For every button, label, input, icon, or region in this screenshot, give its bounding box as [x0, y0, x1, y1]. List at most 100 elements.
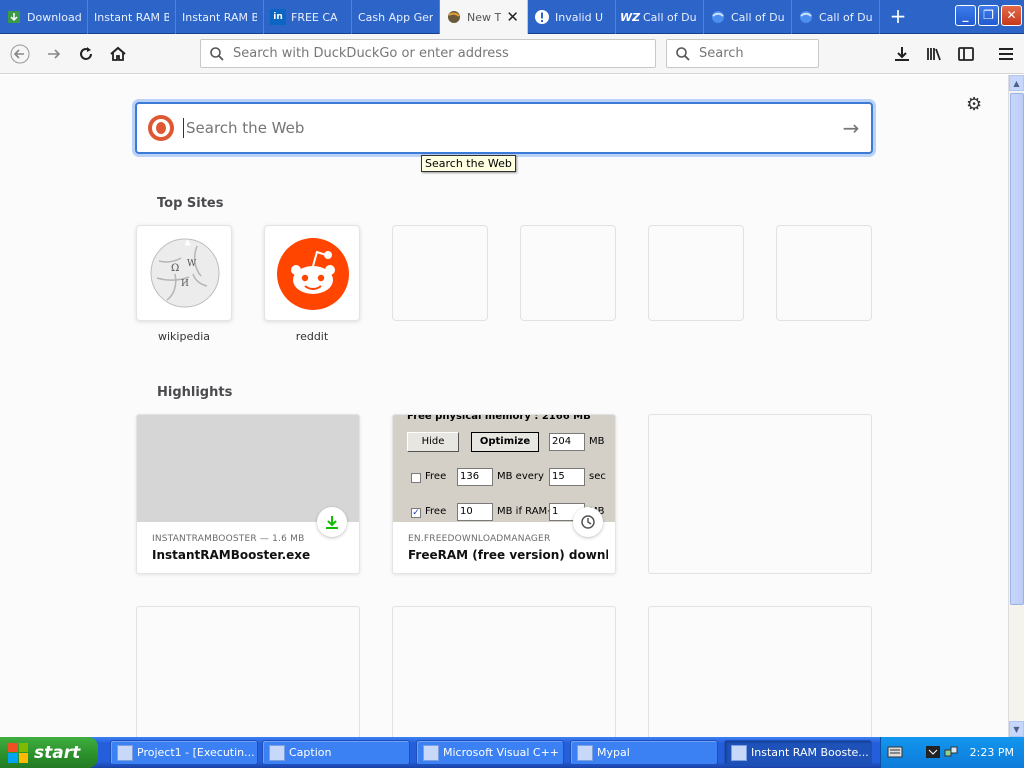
clock: 2:23 PM	[969, 746, 1014, 759]
tab-label: FREE CA	[291, 10, 338, 24]
tab-new-tab[interactable]: New T ✕	[440, 0, 528, 34]
search-bar-placeholder: Search	[699, 46, 744, 61]
freeram-free-field: 10	[457, 503, 493, 521]
highlight-card-empty	[648, 606, 872, 737]
highlight-title: InstantRAMBooster.exe	[152, 548, 311, 562]
taskbar-item-label: Caption	[289, 746, 332, 759]
start-button[interactable]: start	[0, 737, 98, 768]
freeram-optimize-button: Optimize	[471, 432, 539, 452]
tooltip: Search the Web	[421, 155, 516, 172]
search-go-arrow-icon[interactable]: →	[831, 116, 871, 140]
top-site-empty	[520, 225, 616, 321]
back-arrow-icon[interactable]	[6, 40, 34, 68]
start-label: start	[34, 742, 81, 763]
scroll-up-arrow-icon[interactable]: ▲	[1009, 75, 1024, 91]
mypal-icon	[577, 744, 593, 761]
taskbar-item-caption[interactable]: Caption	[262, 740, 410, 765]
highlight-card-empty	[392, 606, 616, 737]
top-site-empty	[776, 225, 872, 321]
new-tab-plus-icon[interactable]: +	[885, 4, 911, 30]
tab-free-cash[interactable]: in FREE CA	[264, 0, 352, 34]
keyboard-icon[interactable]	[887, 745, 903, 759]
download-icon	[317, 507, 347, 537]
library-icon[interactable]	[920, 40, 948, 68]
taskbar-item-mypal[interactable]: Mypal	[570, 740, 718, 765]
svg-text:W: W	[187, 259, 197, 269]
app-icon	[731, 744, 747, 761]
vb-app-icon	[117, 744, 133, 761]
freeram-mb-label: MB	[589, 436, 605, 447]
scrollbar-thumb[interactable]	[1010, 93, 1024, 605]
tab-invalid[interactable]: Invalid U	[528, 0, 616, 34]
taskbar-item-visual-cpp[interactable]: Microsoft Visual C++	[416, 740, 564, 765]
downloads-icon[interactable]	[888, 40, 916, 68]
tab-instant-ram-2[interactable]: Instant RAM B	[176, 0, 264, 34]
close-window-icon[interactable]: ✕	[1001, 5, 1022, 26]
taskbar-item-label: Instant RAM Booste...	[751, 746, 869, 759]
gear-icon[interactable]: ⚙	[966, 94, 982, 115]
taskbar-item-instant-ram-booster[interactable]: Instant RAM Booste...	[724, 740, 872, 765]
warning-icon	[534, 9, 550, 25]
scroll-down-arrow-icon[interactable]: ▼	[1009, 721, 1024, 737]
tab-label: Cash App Gen	[358, 10, 433, 24]
reload-icon[interactable]	[72, 40, 100, 68]
taskbar-item-label: Mypal	[597, 746, 630, 759]
web-search-input[interactable]	[183, 118, 831, 138]
visual-cpp-icon	[423, 744, 439, 761]
top-site-label: reddit	[295, 330, 329, 343]
address-bar[interactable]: Search with DuckDuckGo or enter address	[200, 39, 656, 68]
tab-strip: Downloads Instant RAM B Instant RAM B in…	[0, 0, 1024, 34]
svg-text:И: И	[181, 279, 189, 289]
taskbar-item-label: Project1 - [Executin...	[137, 746, 255, 759]
taskbar-item-project1[interactable]: Project1 - [Executin...	[110, 740, 258, 765]
search-bar[interactable]: Search	[666, 39, 819, 68]
tab-call-of-duty-3[interactable]: Call of Du	[792, 0, 880, 34]
forward-arrow-icon[interactable]	[40, 40, 68, 68]
highlight-meta: EN.FREEDOWNLOADMANAGER	[408, 534, 551, 544]
close-tab-icon[interactable]: ✕	[506, 8, 519, 26]
search-icon	[676, 46, 690, 61]
web-search-box[interactable]: →	[135, 102, 873, 154]
menu-hamburger-icon[interactable]	[992, 40, 1020, 68]
tab-label: Call of Du	[643, 10, 697, 24]
tab-label: Downloads	[27, 10, 81, 24]
duckduckgo-logo-icon	[148, 115, 174, 141]
freeram-checkbox	[411, 473, 421, 483]
tray-app-icon[interactable]	[925, 744, 941, 760]
window-icon	[269, 744, 285, 761]
download-icon	[6, 9, 22, 25]
vertical-scrollbar[interactable]: ▲ ▼	[1008, 75, 1024, 737]
network-icon[interactable]	[943, 744, 959, 760]
minimize-icon[interactable]: _	[955, 5, 976, 26]
tab-cash-app[interactable]: Cash App Gen	[352, 0, 440, 34]
linkedin-icon: in	[270, 9, 286, 25]
firefox-icon	[798, 9, 814, 25]
freeram-every-field: 15	[549, 468, 585, 486]
restore-icon[interactable]: ❐	[978, 5, 999, 26]
firefox-icon	[446, 9, 462, 25]
freeram-mb-field: 204	[549, 433, 585, 451]
tab-call-of-duty-1[interactable]: WZ Call of Du	[616, 0, 704, 34]
tab-label: Call of Du	[731, 10, 785, 24]
tab-call-of-duty-2[interactable]: Call of Du	[704, 0, 792, 34]
freeram-free-label: Free	[425, 506, 447, 517]
firefox-icon	[710, 9, 726, 25]
highlight-card-freeram[interactable]: Free physical memory : 2166 MB Hide Opti…	[392, 414, 616, 574]
freeram-hide-button: Hide	[407, 432, 459, 452]
highlight-meta: INSTANTRAMBOOSTER — 1.6 MB	[152, 534, 305, 544]
home-icon[interactable]	[104, 40, 132, 68]
freeram-free-label: Free	[425, 471, 447, 482]
freeram-heading: Free physical memory : 2166 MB	[407, 414, 591, 422]
top-site-empty	[648, 225, 744, 321]
highlight-card-instantrambooster[interactable]: INSTANTRAMBOOSTER — 1.6 MB InstantRAMBoo…	[136, 414, 360, 574]
tab-instant-ram-1[interactable]: Instant RAM B	[88, 0, 176, 34]
wz-icon: WZ	[619, 10, 641, 24]
top-site-reddit[interactable]	[264, 225, 360, 321]
freeram-mb-every-label: MB every	[497, 471, 544, 482]
tab-downloads[interactable]: Downloads	[0, 0, 88, 34]
top-site-wikipedia[interactable]: Ω W И	[136, 225, 232, 321]
tab-label: Instant RAM B	[182, 10, 257, 24]
sidebar-icon[interactable]	[952, 40, 980, 68]
address-bar-placeholder: Search with DuckDuckGo or enter address	[233, 46, 509, 61]
top-sites-title: Top Sites	[157, 196, 224, 211]
